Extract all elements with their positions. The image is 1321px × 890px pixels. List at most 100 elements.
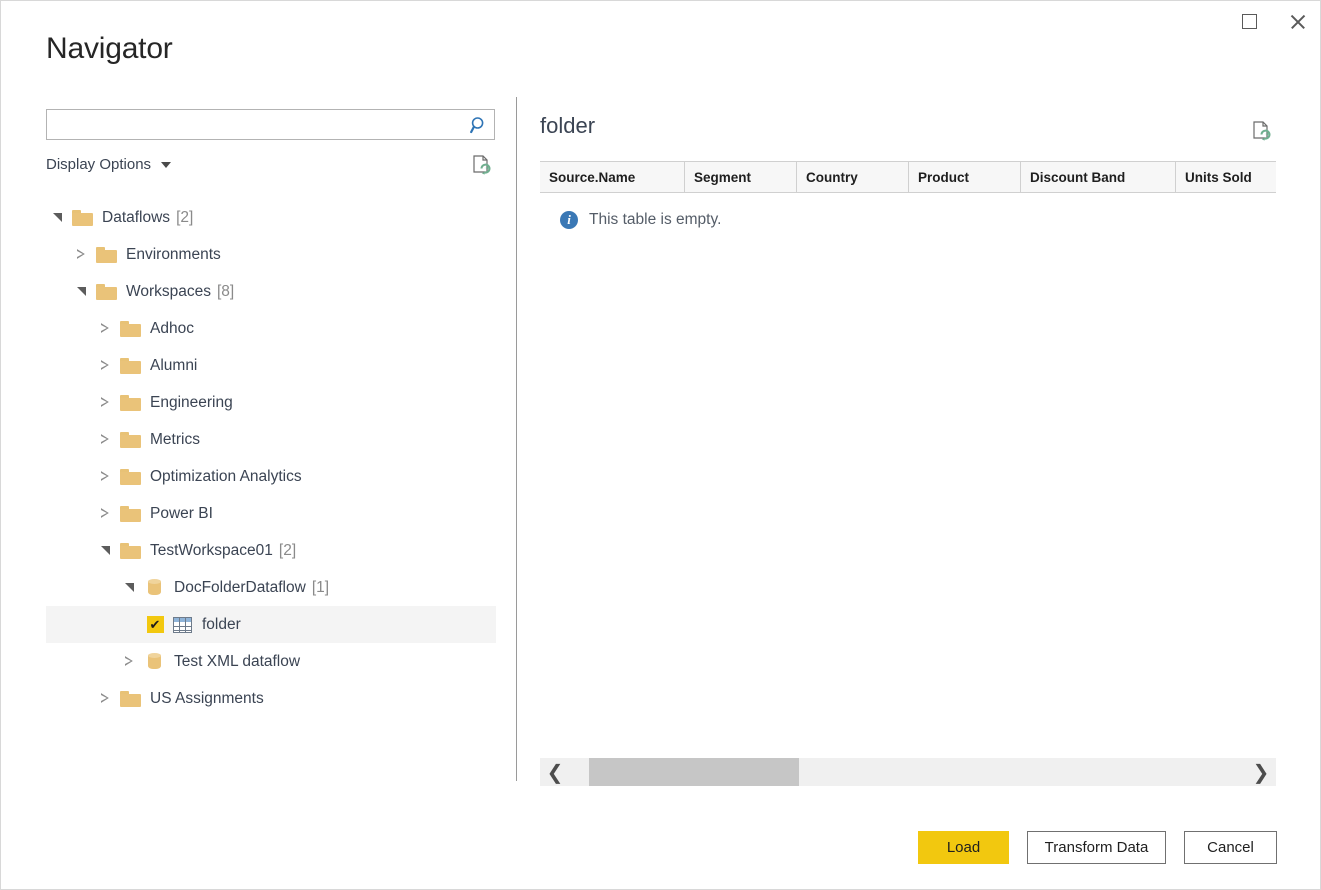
folder-icon — [92, 236, 120, 273]
tree-item-label: Metrics — [150, 430, 200, 448]
navigation-tree[interactable]: Dataflows [2] Environments Workspaces [8] Adh… — [46, 199, 496, 759]
transform-data-button[interactable]: Transform Data — [1027, 831, 1166, 864]
folder-icon — [116, 421, 144, 458]
expand-toggle[interactable] — [94, 680, 116, 717]
display-options-dropdown[interactable]: Display Options — [46, 156, 172, 173]
tree-item-count: [2] — [176, 208, 194, 226]
dataflow-icon — [140, 643, 168, 680]
collapse-toggle[interactable] — [46, 199, 68, 236]
chevron-collapsed-icon — [101, 472, 109, 482]
folder-icon — [116, 532, 144, 569]
scrollbar-track[interactable] — [570, 758, 1246, 786]
tree-item[interactable]: Optimization Analytics — [46, 458, 496, 495]
tree-item-label: Workspaces — [126, 282, 211, 300]
refresh-document-icon — [473, 155, 491, 175]
chevron-expanded-icon — [76, 287, 86, 296]
tree-item[interactable]: Environments — [46, 236, 496, 273]
tree-item-label: Adhoc — [150, 319, 194, 337]
table-column-header[interactable]: Product — [909, 162, 1021, 192]
collapse-toggle[interactable] — [118, 569, 140, 606]
expand-toggle[interactable] — [94, 384, 116, 421]
folder-icon — [116, 384, 144, 421]
expand-toggle[interactable] — [94, 458, 116, 495]
empty-table-message: i This table is empty. — [560, 211, 721, 229]
chevron-collapsed-icon — [125, 657, 133, 667]
expand-toggle[interactable] — [94, 347, 116, 384]
collapse-toggle[interactable] — [70, 273, 92, 310]
table-column-header[interactable]: Segment — [685, 162, 797, 192]
expand-toggle[interactable] — [118, 643, 140, 680]
tree-item-count: [2] — [278, 541, 297, 559]
maximize-button[interactable] — [1227, 5, 1271, 37]
tree-item[interactable]: ✔ folder — [46, 606, 496, 643]
folder-icon — [116, 495, 144, 532]
tree-item[interactable]: Dataflows [2] — [46, 199, 496, 236]
search-icon[interactable] — [464, 116, 494, 134]
tree-item[interactable]: US Assignments — [46, 680, 496, 717]
table-column-header[interactable]: Discount Band — [1021, 162, 1176, 192]
tree-item[interactable]: Adhoc — [46, 310, 496, 347]
scroll-right-button[interactable]: ❯ — [1246, 758, 1276, 786]
expand-toggle[interactable] — [94, 421, 116, 458]
tree-item-label: Optimization Analytics — [150, 467, 302, 485]
checkbox-checked-icon: ✔ — [146, 616, 164, 633]
chevron-collapsed-icon — [101, 361, 109, 371]
scroll-left-button[interactable]: ❮ — [540, 758, 570, 786]
folder-icon — [116, 347, 144, 384]
tree-item[interactable]: Engineering — [46, 384, 496, 421]
chevron-expanded-icon — [100, 546, 110, 555]
empty-message-text: This table is empty. — [589, 211, 722, 228]
expand-toggle[interactable] — [70, 236, 92, 273]
refresh-document-icon — [1253, 121, 1271, 141]
table-header-row: Source.Name Segment Country Product Discount… — [540, 162, 1276, 192]
preview-table: Source.Name Segment Country Product Discount… — [540, 161, 1276, 193]
search-glyph — [470, 116, 484, 133]
dataflow-icon — [140, 569, 168, 606]
tree-item-label: Engineering — [150, 393, 233, 411]
search-box[interactable] — [46, 109, 495, 140]
collapse-toggle[interactable] — [94, 532, 116, 569]
folder-icon — [116, 458, 144, 495]
folder-icon — [92, 273, 120, 310]
tree-item-label: Alumni — [150, 356, 198, 374]
expand-toggle[interactable] — [94, 495, 116, 532]
page-title: Navigator — [46, 32, 173, 65]
tree-item-label: Dataflows — [102, 208, 171, 226]
tree-item[interactable]: Alumni — [46, 347, 496, 384]
tree-item[interactable]: Metrics — [46, 421, 496, 458]
maximize-icon — [1241, 13, 1257, 29]
table-column-header[interactable]: Source.Name — [540, 162, 685, 192]
refresh-tree-button[interactable] — [469, 153, 495, 179]
preview-title: folder — [540, 113, 596, 138]
tree-item-checkbox[interactable]: ✔ — [142, 606, 168, 643]
info-icon: i — [560, 211, 578, 229]
tree-item[interactable]: Test XML dataflow — [46, 643, 496, 680]
tree-item[interactable]: Workspaces [8] — [46, 273, 496, 310]
tree-item-label: folder — [202, 615, 241, 633]
load-button[interactable]: Load — [918, 831, 1009, 864]
folder-icon — [116, 310, 144, 347]
horizontal-scrollbar[interactable]: ❮ ❯ — [540, 758, 1276, 786]
pane-divider — [516, 97, 517, 781]
navigator-dialog: Navigator Display Options Dataflows [2] En… — [0, 0, 1321, 890]
tree-item[interactable]: TestWorkspace01 [2] — [46, 532, 496, 569]
chevron-collapsed-icon — [101, 509, 109, 519]
scrollbar-thumb[interactable] — [589, 758, 799, 786]
table-column-header[interactable]: Country — [797, 162, 909, 192]
chevron-expanded-icon — [52, 213, 62, 222]
chevron-collapsed-icon — [101, 435, 109, 445]
tree-item-label: Test XML dataflow — [174, 652, 301, 670]
tree-item[interactable]: Power BI — [46, 495, 496, 532]
expand-toggle[interactable] — [94, 310, 116, 347]
tree-item-label: TestWorkspace01 — [150, 541, 273, 559]
table-column-header[interactable]: Units Sold — [1176, 162, 1276, 192]
tree-item-label: Environments — [126, 245, 221, 263]
display-options-label: Display Options — [46, 156, 152, 173]
close-button[interactable] — [1275, 5, 1319, 37]
search-input[interactable] — [47, 111, 464, 138]
tree-item[interactable]: DocFolderDataflow [1] — [46, 569, 496, 606]
chevron-collapsed-icon — [101, 694, 109, 704]
folder-icon — [116, 680, 144, 717]
cancel-button[interactable]: Cancel — [1184, 831, 1277, 864]
refresh-preview-button[interactable] — [1249, 119, 1275, 145]
